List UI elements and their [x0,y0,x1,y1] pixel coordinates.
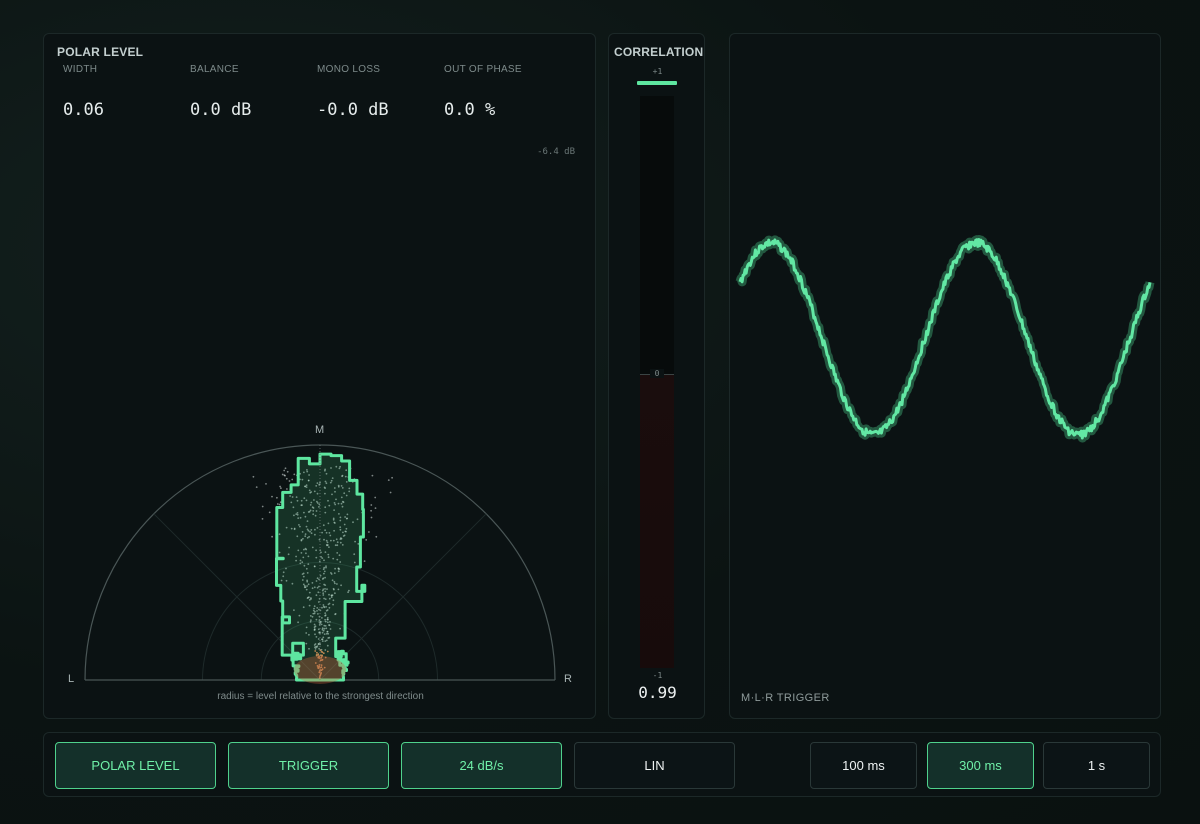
decay-rate-button[interactable]: 24 dB/s [401,742,562,789]
scale-lin-button[interactable]: LIN [574,742,735,789]
axis-label-l: L [68,673,75,685]
correlation-tick-minus-one: -1 [652,671,663,680]
waveform-trace [738,238,1152,440]
scatter-point [279,485,281,488]
hotspot-glow [294,656,346,684]
scatter-point [365,539,368,541]
axis-label-r: R [564,673,572,685]
scatter-point [271,535,273,538]
scatter-point [374,507,377,509]
correlation-tick-plus-one: +1 [652,67,663,76]
scatter-point [255,486,258,488]
correlation-negative-region [640,375,674,668]
time-100ms-button[interactable]: 100 ms [810,742,917,789]
scatter-point [375,535,378,538]
scatter-point [286,488,288,490]
scatter-point [280,487,282,489]
app-root: POLAR LEVEL WIDTH BALANCE MONO LOSS OUT … [0,0,1200,824]
scatter-point [363,560,366,562]
scatter-point [278,503,281,506]
axis-label-m: M [315,424,325,436]
scatter-point [391,476,393,479]
polar-plot [84,444,556,684]
scatter-point [368,531,370,533]
scatter-point [288,480,291,482]
scatter-point [374,496,377,499]
scatter-point [265,483,267,485]
scatter-point [284,474,286,477]
scatter-point [293,473,296,476]
waveform-glow [735,235,1155,443]
polar-level-panel: POLAR LEVEL WIDTH BALANCE MONO LOSS OUT … [43,33,596,719]
scatter-point [284,467,287,470]
polar-caption: radius = level relative to the strongest… [217,691,424,702]
scatter-point [370,516,373,519]
polar-level-button[interactable]: POLAR LEVEL [55,742,216,789]
scatter-point [271,495,273,498]
correlation-tick-zero: 0 [650,369,664,378]
correlation-meter-track [640,96,674,668]
scatter-point [276,496,278,499]
oscilloscope-panel: M·L·R TRIGGER [729,33,1161,719]
time-1s-button[interactable]: 1 s [1043,742,1150,789]
polar-level-shape [275,452,367,682]
trigger-button[interactable]: TRIGGER [228,742,389,789]
scatter-point [286,470,289,473]
scatter-point [268,511,271,514]
control-bar: POLAR LEVEL TRIGGER 24 dB/s LIN 100 ms 3… [43,732,1161,797]
scatter-point [285,477,288,480]
scatter-point [291,478,294,481]
scatter-point [252,475,255,478]
scope-mode-label: M·L·R TRIGGER [741,692,830,704]
time-300ms-button[interactable]: 300 ms [927,742,1034,789]
polar-low-level-hotspot [294,656,346,684]
scatter-point [281,473,284,476]
correlation-peak-indicator [637,81,677,85]
oscilloscope-plot [735,235,1155,443]
scatter-point [387,479,390,481]
correlation-title: CORRELATION [614,45,704,59]
scatter-point [276,503,279,505]
correlation-panel: CORRELATION +1 0 -1 0.99 [608,33,705,719]
scatter-point [283,469,286,472]
correlation-value: 0.99 [638,683,677,702]
scatter-point [370,509,372,512]
scatter-point [371,474,374,477]
scatter-point [389,491,392,494]
scatter-point [370,504,373,506]
scatter-point [261,518,264,520]
scatter-point [261,505,264,508]
